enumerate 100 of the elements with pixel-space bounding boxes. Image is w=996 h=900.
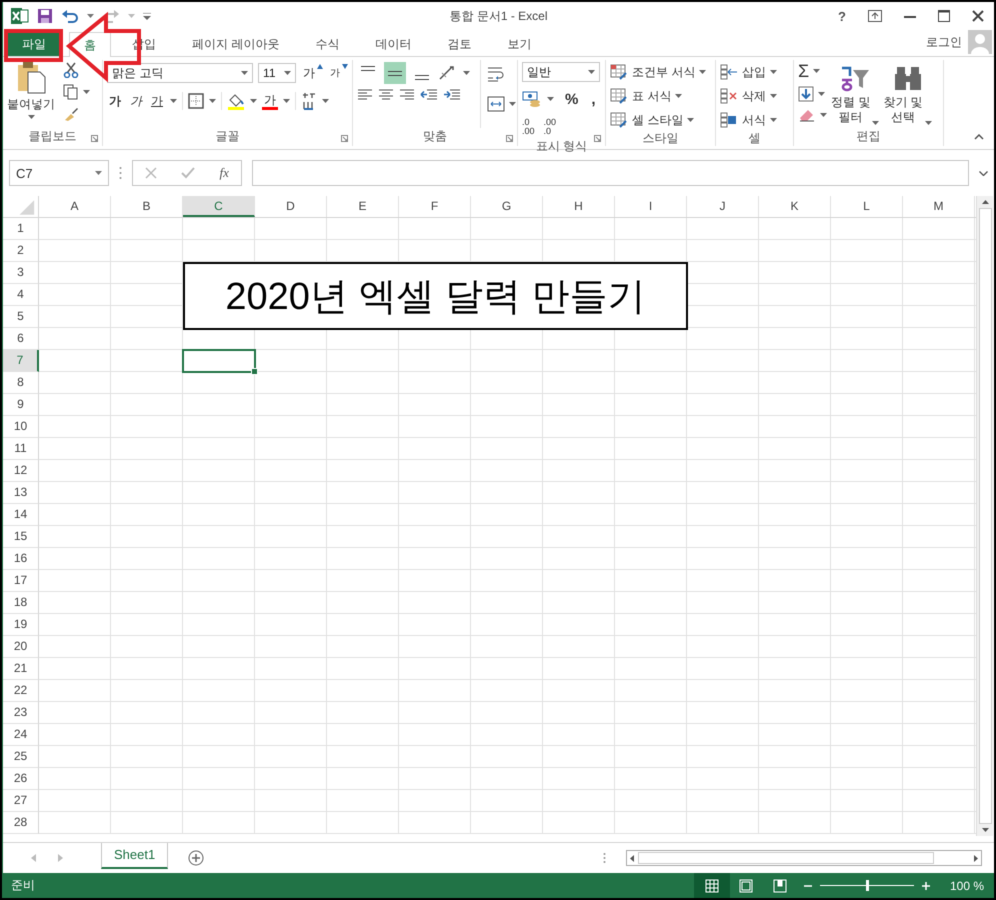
autosum-button[interactable]: Σ (798, 62, 810, 80)
insert-function-button[interactable]: fx (220, 165, 229, 181)
eraser-icon[interactable] (798, 108, 816, 122)
caret-icon[interactable] (322, 99, 329, 103)
caret-icon[interactable] (924, 121, 932, 125)
column-header[interactable]: C (183, 196, 255, 217)
column-header[interactable]: K (759, 196, 831, 217)
column-header[interactable]: E (327, 196, 399, 217)
caret-icon[interactable] (813, 69, 820, 73)
ribbon-tab[interactable]: 보기 (492, 31, 546, 56)
caret-icon[interactable] (95, 171, 102, 175)
italic-button[interactable]: 가 (128, 92, 144, 110)
sort-filter-button[interactable]: 정렬 및 필터 (831, 95, 870, 125)
undo-icon[interactable] (61, 8, 79, 24)
down-arrow-icon[interactable] (342, 64, 348, 69)
dialog-launcher-icon[interactable] (341, 135, 348, 142)
font-name-field[interactable]: 맑은 고딕 (107, 63, 254, 83)
row-header[interactable]: 7 (3, 350, 39, 372)
merge-cells-icon[interactable] (487, 96, 505, 112)
scroll-left-icon[interactable] (630, 854, 634, 862)
ribbon-tab[interactable]: 데이터 (360, 31, 426, 56)
scroll-up-icon[interactable] (982, 200, 988, 204)
menu-button[interactable]: 삽입 (742, 64, 766, 80)
expand-icon[interactable] (979, 170, 988, 176)
caret-icon[interactable] (675, 94, 682, 98)
sheet-tab[interactable]: Sheet1 (101, 843, 168, 869)
caret-icon[interactable] (83, 90, 90, 94)
column-header[interactable]: L (831, 196, 903, 217)
caret-icon[interactable] (547, 97, 554, 101)
currency-icon[interactable] (522, 91, 542, 107)
border-icon[interactable] (188, 93, 204, 109)
save-icon[interactable] (37, 8, 53, 24)
column-header[interactable]: H (543, 196, 615, 217)
binoculars-icon[interactable] (894, 64, 922, 92)
help-button[interactable]: ? (838, 8, 846, 24)
zoom-level-text[interactable]: 100 % (950, 878, 984, 892)
menu-button[interactable]: 조건부 서식 (632, 64, 696, 80)
wrap-text-icon[interactable] (487, 66, 505, 82)
zoom-in-icon[interactable] (922, 882, 930, 890)
align-left-icon[interactable] (357, 89, 373, 101)
cells-icon[interactable] (720, 88, 738, 104)
sort-filter-icon[interactable] (839, 64, 872, 92)
vertical-scrollbar[interactable] (976, 196, 993, 836)
selected-cell[interactable] (182, 349, 256, 373)
caret-icon[interactable] (687, 118, 694, 122)
find-select-button[interactable]: 찾기 및 선택 (883, 95, 923, 125)
caret-icon[interactable] (463, 71, 470, 75)
copy-icon[interactable] (63, 84, 79, 100)
increase-decimal-button[interactable]: .0 .00 (522, 118, 535, 136)
add-sheet-icon[interactable] (188, 850, 204, 866)
align-right-icon[interactable] (399, 89, 415, 101)
up-arrow-icon[interactable] (317, 64, 323, 69)
caret-icon[interactable] (509, 102, 516, 106)
collapse-ribbon-icon[interactable] (974, 134, 984, 140)
shrink-font-button[interactable]: 가 (328, 66, 342, 80)
ribbon-tab[interactable]: 검토 (432, 31, 486, 56)
column-header[interactable]: M (903, 196, 975, 217)
column-header[interactable]: F (399, 196, 471, 217)
column-header[interactable]: A (39, 196, 111, 217)
scroll-right-icon[interactable] (974, 854, 978, 862)
caret-icon[interactable] (284, 71, 291, 75)
maximize-icon[interactable] (938, 10, 950, 22)
caret-icon[interactable] (770, 70, 777, 74)
menu-button[interactable]: 셀 스타일 (632, 112, 684, 128)
caret-icon[interactable] (820, 113, 827, 117)
table-format-icon[interactable] (610, 88, 628, 104)
clipboard-icon[interactable] (16, 60, 46, 94)
percent-button[interactable]: % (563, 90, 580, 108)
increase-indent-icon[interactable] (443, 89, 461, 101)
menu-button[interactable]: 표 서식 (632, 88, 672, 104)
formula-input[interactable] (252, 160, 969, 186)
underline-button[interactable]: 가 (149, 92, 165, 110)
dialog-launcher-icon[interactable] (91, 135, 98, 142)
customize-icon[interactable] (143, 12, 151, 20)
scissors-icon[interactable] (63, 62, 79, 78)
caret-icon[interactable] (241, 71, 248, 75)
caret-icon[interactable] (28, 115, 34, 119)
phonetic-guide-icon[interactable] (301, 92, 317, 110)
dialog-launcher-icon[interactable] (506, 135, 513, 142)
number-format-field[interactable]: 일반 (522, 62, 600, 82)
dialog-launcher-icon[interactable] (594, 135, 601, 142)
cells-icon[interactable] (720, 112, 738, 128)
decrease-decimal-button[interactable]: .00 .0 (544, 118, 556, 136)
caret-icon[interactable] (87, 14, 94, 18)
cells-icon[interactable] (720, 64, 738, 80)
table-format-icon[interactable] (610, 64, 628, 80)
vertical-align-button[interactable] (384, 62, 406, 84)
caret-icon[interactable] (770, 118, 777, 122)
ribbon-display-icon[interactable] (868, 10, 882, 22)
column-header[interactable]: I (615, 196, 687, 217)
bold-button[interactable]: 가 (107, 92, 123, 110)
caret-icon[interactable] (283, 99, 290, 103)
caret-icon[interactable] (209, 99, 216, 103)
scroll-down-icon[interactable] (982, 828, 988, 832)
ribbon-tab[interactable]: 수식 (300, 31, 354, 56)
caret-icon[interactable] (588, 70, 595, 74)
menu-button[interactable]: 삭제 (742, 88, 766, 104)
font-color-button[interactable]: 가 (262, 92, 278, 110)
align-center-icon[interactable] (378, 89, 394, 101)
zoom-slider-thumb[interactable] (866, 880, 869, 891)
